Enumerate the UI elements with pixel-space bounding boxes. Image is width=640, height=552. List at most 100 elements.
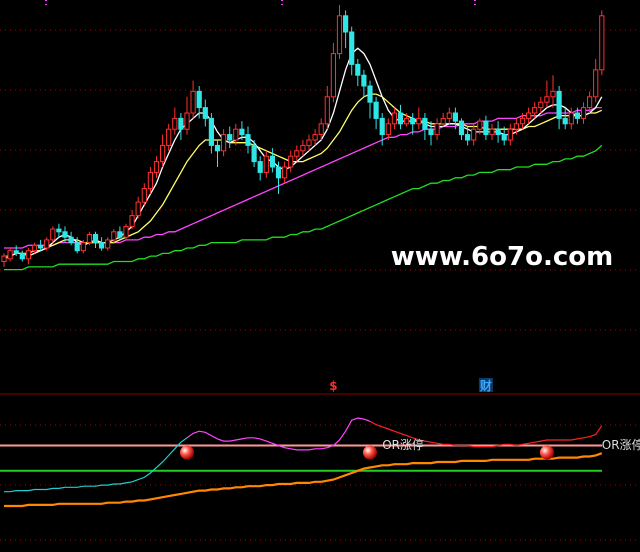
candle-body (318, 123, 324, 136)
candle-body (288, 155, 294, 168)
signal-ball (539, 445, 554, 460)
candle-body (379, 117, 385, 136)
candle-body (202, 107, 208, 119)
candle-body (245, 134, 251, 146)
candle-body (153, 161, 160, 173)
watermark: www.6o7o.com (391, 242, 613, 272)
candle-body (25, 250, 31, 260)
candle-body (105, 239, 111, 249)
candle-body (434, 123, 440, 136)
candle-body (489, 128, 495, 136)
candle-body (324, 96, 330, 125)
candle-body (50, 228, 56, 241)
candle-body (221, 134, 227, 152)
candle-body (38, 244, 44, 249)
indicator-label: OR涨停 (602, 437, 640, 452)
candle-body (349, 31, 355, 65)
candle-body (31, 244, 38, 252)
candle-body (361, 74, 367, 87)
candle-body (556, 90, 562, 119)
candle-body (330, 53, 336, 98)
candle-body (593, 69, 599, 98)
candle-body (251, 144, 257, 163)
candle-body (80, 242, 86, 252)
signal-ball (363, 445, 377, 460)
candle-body (68, 236, 74, 244)
candle-body (391, 112, 397, 125)
candle-body (452, 112, 458, 122)
candle-body (428, 128, 434, 136)
candle-body (574, 112, 580, 119)
candle-body (208, 117, 215, 146)
candle-body (160, 144, 166, 163)
candle (50, 226, 56, 243)
candle-body (1, 255, 7, 263)
candle-body (495, 128, 501, 136)
candle-body (227, 134, 233, 141)
candle-body (422, 117, 428, 130)
stock-chart: www.6o7o.com $ 财 OR涨停 OR涨停 (0, 0, 640, 552)
candle-body (355, 63, 361, 76)
candle-body (117, 231, 123, 238)
chart-background (0, 0, 640, 552)
candle-body (550, 90, 556, 98)
candle-body (465, 134, 471, 141)
candle-body (373, 101, 379, 119)
candle-body (44, 239, 50, 249)
candle-body (526, 112, 532, 119)
candle-body (343, 15, 349, 33)
candle-body (214, 144, 221, 152)
candle-body (135, 201, 141, 217)
candle-body (513, 123, 519, 130)
candle-body (306, 139, 312, 146)
candle-body (123, 225, 129, 238)
candle-body (196, 90, 202, 109)
candle-body (507, 128, 513, 141)
candle-body (458, 120, 465, 136)
candle-body (312, 134, 318, 141)
candle-body (385, 123, 391, 136)
candle-body (568, 112, 574, 125)
candle-body (282, 166, 288, 179)
candle-body (99, 242, 105, 249)
candle-body (86, 234, 93, 244)
candle-body (367, 85, 373, 103)
candle-body (129, 215, 135, 227)
candle-body (404, 117, 410, 125)
indicator-label: OR涨停 (382, 437, 424, 452)
candle-body (166, 128, 172, 146)
candle-body (92, 234, 99, 244)
candle-body (13, 250, 19, 254)
candle-body (336, 15, 343, 55)
candle-body (147, 171, 154, 190)
signal-ball (180, 445, 194, 460)
event-marker: $ (329, 379, 337, 393)
candle-body (446, 112, 452, 119)
candle-body (19, 252, 25, 260)
candle-body (538, 101, 544, 109)
candle-body (477, 120, 483, 130)
candle-body (62, 231, 68, 238)
candle-body (440, 117, 446, 125)
candle-body (471, 128, 477, 141)
candle-body (294, 150, 300, 157)
candle-body (184, 112, 190, 130)
candle-body (239, 128, 245, 136)
candle-body (562, 117, 568, 125)
candle-body (190, 90, 196, 114)
candle-body (501, 134, 507, 141)
candle-body (178, 117, 184, 130)
candle-body (257, 161, 263, 173)
candle-body (141, 188, 147, 203)
candle-body (416, 117, 422, 125)
candle-body (172, 117, 178, 130)
candle-body (56, 228, 62, 233)
event-marker: 财 (479, 378, 492, 393)
candle-body (410, 117, 416, 125)
candle-body (483, 120, 489, 136)
candle-body (300, 144, 306, 152)
candle-body (544, 96, 550, 103)
candle-body (397, 112, 404, 125)
candle-body (269, 155, 275, 168)
candle (123, 223, 129, 240)
